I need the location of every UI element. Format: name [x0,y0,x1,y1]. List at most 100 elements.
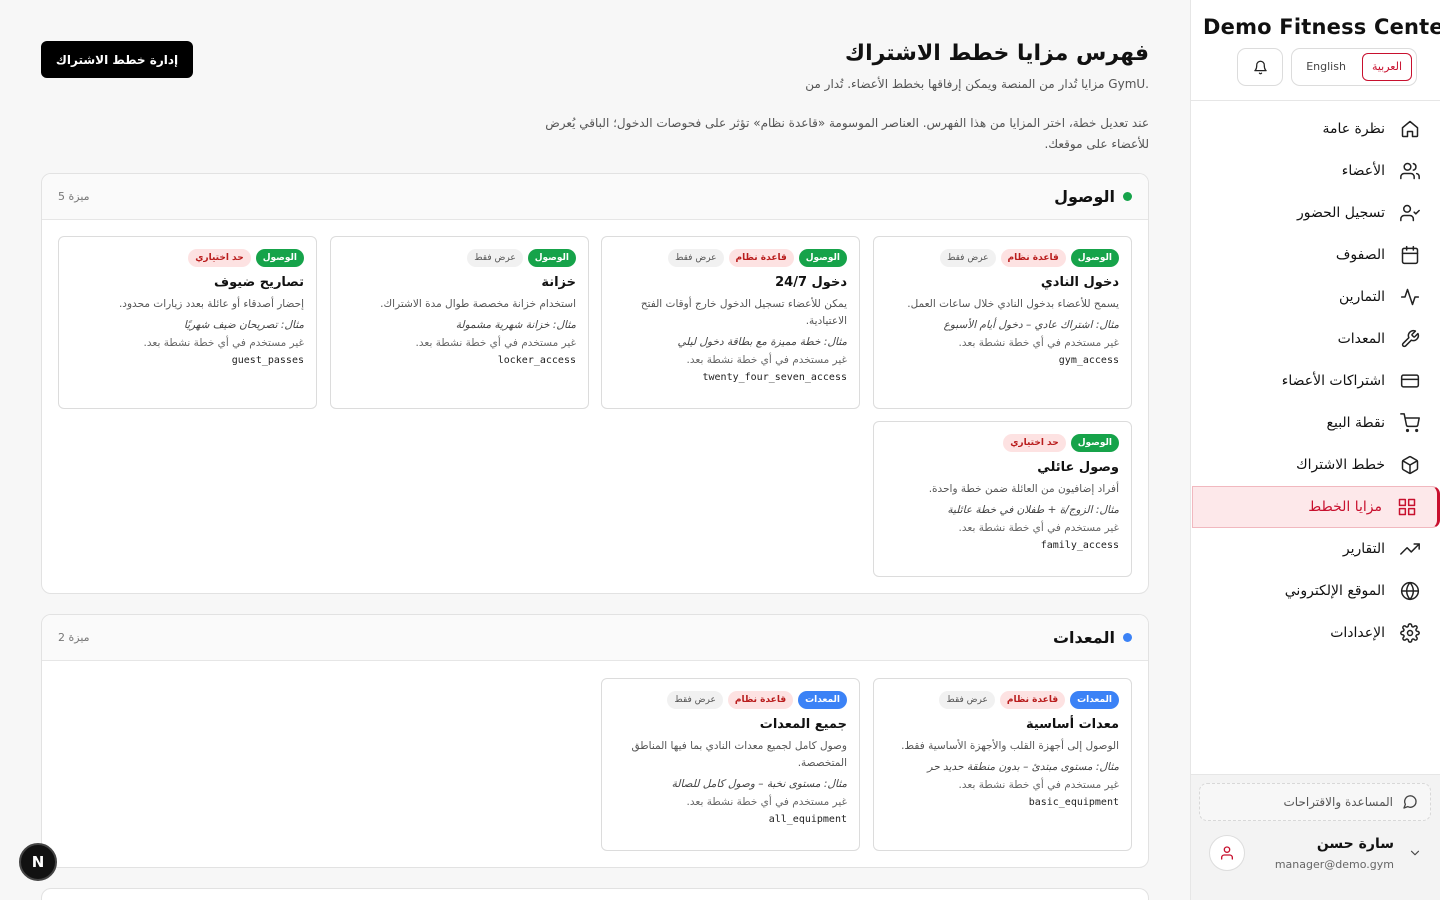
sidebar-item[interactable]: التقارير [1191,528,1440,570]
main-content: إدارة خطط الاشتراك فهرس مزايا خطط الاشتر… [0,0,1190,900]
sidebar-item-label: نظرة عامة [1322,121,1385,137]
feature-usage: غير مستخدم في أي خطة نشطة بعد. [686,354,847,366]
manage-plans-button[interactable]: إدارة خطط الاشتراك [41,41,193,78]
feature-title: خزانة [541,275,576,290]
section-color-dot [1123,633,1132,642]
notifications-button[interactable] [1237,48,1284,86]
display-badge: عرض فقط [467,249,523,267]
display-badge: عرض فقط [667,691,723,709]
badge-row: الوصول قاعدة نظام عرض فقط [614,249,847,267]
chevron-down-icon [1410,850,1420,856]
sidebar-item[interactable]: نقطة البيع [1191,402,1440,444]
limit-badge: حد اختياري [188,249,251,267]
feature-title: تصاريح ضيوف [214,275,304,290]
help-feedback-button[interactable]: المساعدة والاقتراحات [1199,783,1431,821]
feature-card: المعدات قاعدة نظام عرض فقط معدات أساسية الوص… [873,678,1132,851]
sidebar-item[interactable]: الصفوف [1191,234,1440,276]
feature-example: مثال: تصريحان ضيف شهريًا [183,319,304,331]
sidebar-item[interactable]: تسجيل الحضور [1191,192,1440,234]
users-icon [1400,161,1420,181]
badge-row: الوصول قاعدة نظام عرض فقط [886,249,1119,267]
sidebar-item[interactable]: التمارين [1191,276,1440,318]
rule-badge: قاعدة نظام [1000,249,1066,267]
display-badge: عرض فقط [940,249,996,267]
feature-key: locker_access [497,355,576,366]
feature-card: الوصول عرض فقط خزانة استخدام خزانة مخصصة طو… [330,236,589,409]
sidebar-item[interactable]: الأعضاء [1191,150,1440,192]
sidebar-item-label: التقارير [1342,541,1385,557]
grid-icon [1397,497,1417,517]
feature-card: المعدات قاعدة نظام عرض فقط جميع المعدات وصول… [601,678,860,851]
sidebar-item[interactable]: اشتراكات الأعضاء [1191,360,1440,402]
feature-card: الوصول حد اختياري وصول عائلي أفراد إضافيون … [873,421,1132,577]
settings-icon [1400,623,1420,643]
sidebar-item-label: مزايا الخطط [1308,499,1382,515]
trending-up-icon [1400,539,1420,559]
feature-description: أفراد إضافيون من العائلة ضمن خطة واحدة. [928,483,1119,495]
section-title: المعدات [1052,628,1115,647]
lang-english-button[interactable]: English [1296,53,1356,81]
package-icon [1400,455,1420,475]
help-label: المساعدة والاقتراحات [1283,795,1393,809]
sidebar-item-label: المعدات [1337,331,1385,347]
brand-name: Demo Fitness Center [1203,15,1440,39]
credit-card-icon [1400,371,1420,391]
sidebar-item[interactable]: مزايا الخطط [1192,486,1440,528]
nextjs-dev-badge[interactable]: N [19,843,57,881]
bell-icon [1253,60,1267,74]
section-color-dot [1123,192,1132,201]
category-badge: الوصول [1070,434,1119,452]
page-description: عند تعديل خطة، اختر المزايا من هذا الفهر… [545,116,1149,151]
badge-row: المعدات قاعدة نظام عرض فقط [614,691,847,709]
category-badge: المعدات [1070,691,1119,709]
sidebar-item[interactable]: الموقع الإلكتروني [1191,570,1440,612]
feature-example: مثال: مستوى مبتدئ – بدون منطقة حديد حر [927,761,1119,773]
feature-key: family_access [1040,540,1119,551]
feature-example: مثال: مستوى نخبة – وصول كامل للصالة [671,778,847,790]
user-icon [1221,846,1233,860]
feature-key: all_equipment [768,814,847,825]
category-badge: الوصول [527,249,576,267]
sidebar-item[interactable]: المعدات [1191,318,1440,360]
feature-card: الوصول قاعدة نظام عرض فقط دخول النادي يسمح ل… [873,236,1132,409]
category-badge: الوصول [798,249,847,267]
feature-example: مثال: الزوج/ة + طفلان في خطة عائلية [947,504,1119,516]
sidebar-item-label: الإعدادات [1330,625,1385,641]
feature-usage: غير مستخدم في أي خطة نشطة بعد. [143,337,304,349]
feature-usage: غير مستخدم في أي خطة نشطة بعد. [958,522,1119,534]
rule-badge: قاعدة نظام [727,691,794,709]
rule-badge: قاعدة نظام [999,691,1066,709]
badge-row: الوصول حد اختياري [71,249,304,267]
feature-key: basic_equipment [1028,797,1119,808]
feature-description: وصول كامل لجميع معدات النادي بما فيها ال… [631,740,847,769]
feature-description: إحضار أصدقاء أو عائلة بعدد زيارات محدود. [118,298,304,310]
limit-badge: حد اختياري [1003,434,1066,452]
sidebar-item[interactable]: خطط الاشتراك [1191,444,1440,486]
globe-icon [1400,581,1420,601]
feature-key: guest_passes [231,355,304,366]
sidebar-item-label: الأعضاء [1341,163,1385,179]
feature-title: معدات أساسية [1025,717,1119,732]
section-count: 2 ميزة [58,631,90,644]
badge-row: الوصول عرض فقط [343,249,576,267]
sidebar-item-label: نقطة البيع [1326,415,1385,431]
category-badge: الوصول [255,249,304,267]
section-header: المعدات 2 ميزة [42,615,1148,661]
feature-key: gym_access [1058,355,1119,366]
lang-arabic-button[interactable]: العربية [1361,53,1412,81]
feature-description: يسمح للأعضاء بدخول النادي خلال ساعات الع… [907,298,1119,310]
section-next [41,888,1149,900]
sidebar-item[interactable]: الإعدادات [1191,612,1440,654]
cart-icon [1400,413,1420,433]
sidebar-item-label: الصفوف [1335,247,1385,263]
home-icon [1400,119,1420,139]
wrench-icon [1400,329,1420,349]
feature-usage: غير مستخدم في أي خطة نشطة بعد. [415,337,576,349]
user-menu[interactable]: سارة حسن manager@demo.gym [1191,821,1440,871]
sidebar-item-label: الموقع الإلكتروني [1284,583,1385,599]
feature-usage: غير مستخدم في أي خطة نشطة بعد. [958,337,1119,349]
category-badge: المعدات [798,691,847,709]
activity-icon [1400,287,1420,307]
user-check-icon [1400,203,1420,223]
sidebar-item[interactable]: نظرة عامة [1191,108,1440,150]
